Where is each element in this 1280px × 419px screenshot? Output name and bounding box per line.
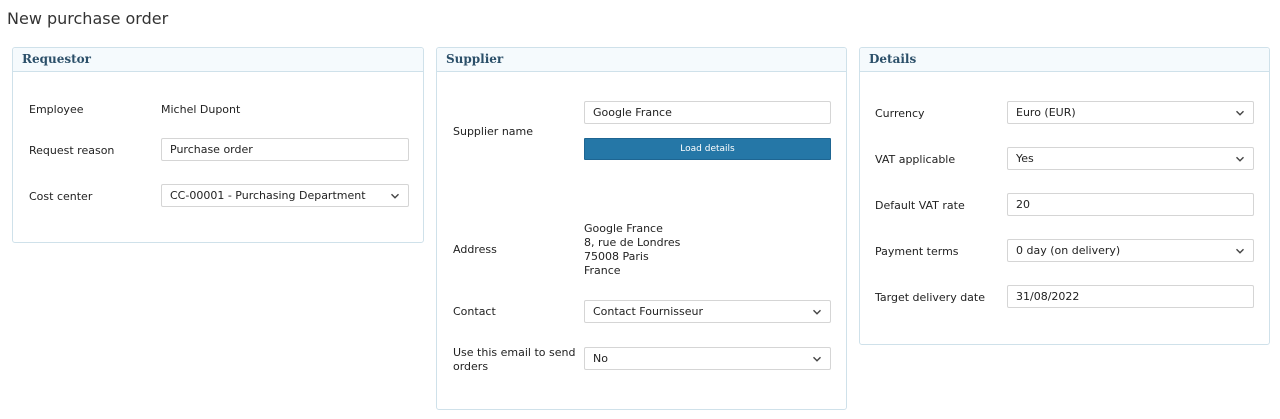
contact-select[interactable]: Contact Fournisseur [584, 300, 831, 323]
supplier-name-input[interactable]: Google France [584, 101, 831, 124]
address-line: 75008 Paris [584, 250, 649, 263]
target-delivery-date-label: Target delivery date [875, 291, 985, 304]
load-details-button[interactable]: Load details [584, 138, 831, 160]
employee-label: Employee [29, 103, 84, 116]
supplier-name-label: Supplier name [453, 125, 534, 138]
employee-value: Michel Dupont [161, 103, 241, 116]
cost-center-label: Cost center [29, 190, 93, 203]
chevron-down-icon [390, 191, 400, 201]
send-email-label-line: Use this email to send [453, 346, 576, 359]
currency-select[interactable]: Euro (EUR) [1007, 101, 1254, 124]
details-panel: Details Currency Euro (EUR) VAT applicab… [859, 47, 1270, 345]
send-email-label: Use this email to send orders [453, 346, 575, 374]
address-line: 8, rue de Londres [584, 236, 681, 249]
page-title: New purchase order [7, 9, 169, 28]
default-vat-rate-input[interactable]: 20 [1007, 193, 1254, 216]
contact-label: Contact [453, 305, 496, 318]
chevron-down-icon [812, 354, 822, 364]
contact-select-value: Contact Fournisseur [593, 305, 704, 318]
vat-applicable-select[interactable]: Yes [1007, 147, 1254, 170]
payment-terms-select[interactable]: 0 day (on delivery) [1007, 239, 1254, 262]
supplier-panel-title: Supplier [437, 48, 846, 72]
send-email-select-value: No [593, 352, 608, 365]
payment-terms-label: Payment terms [875, 245, 959, 258]
currency-select-value: Euro (EUR) [1016, 106, 1076, 119]
requestor-panel-title: Requestor [13, 48, 423, 72]
details-panel-title: Details [860, 48, 1269, 72]
target-delivery-date-input[interactable]: 31/08/2022 [1007, 285, 1254, 308]
chevron-down-icon [1235, 108, 1245, 118]
address-block: Google France 8, rue de Londres 75008 Pa… [584, 222, 680, 278]
send-email-label-line: orders [453, 360, 489, 373]
default-vat-rate-label: Default VAT rate [875, 199, 965, 212]
chevron-down-icon [1235, 246, 1245, 256]
address-line: Google France [584, 222, 663, 235]
chevron-down-icon [1235, 154, 1245, 164]
vat-applicable-select-value: Yes [1016, 152, 1034, 165]
payment-terms-select-value: 0 day (on delivery) [1016, 244, 1121, 257]
request-reason-label: Request reason [29, 144, 115, 157]
vat-applicable-label: VAT applicable [875, 153, 956, 166]
requestor-panel: Requestor Employee Michel Dupont Request… [12, 47, 424, 243]
send-email-select[interactable]: No [584, 347, 831, 370]
currency-label: Currency [875, 107, 925, 120]
address-line: France [584, 264, 621, 277]
cost-center-select-value: CC-00001 - Purchasing Department [170, 189, 366, 202]
request-reason-input[interactable]: Purchase order [161, 138, 409, 161]
chevron-down-icon [812, 307, 822, 317]
address-label: Address [453, 243, 497, 256]
supplier-panel: Supplier Supplier name Google France Loa… [436, 47, 847, 410]
cost-center-select[interactable]: CC-00001 - Purchasing Department [161, 184, 409, 207]
